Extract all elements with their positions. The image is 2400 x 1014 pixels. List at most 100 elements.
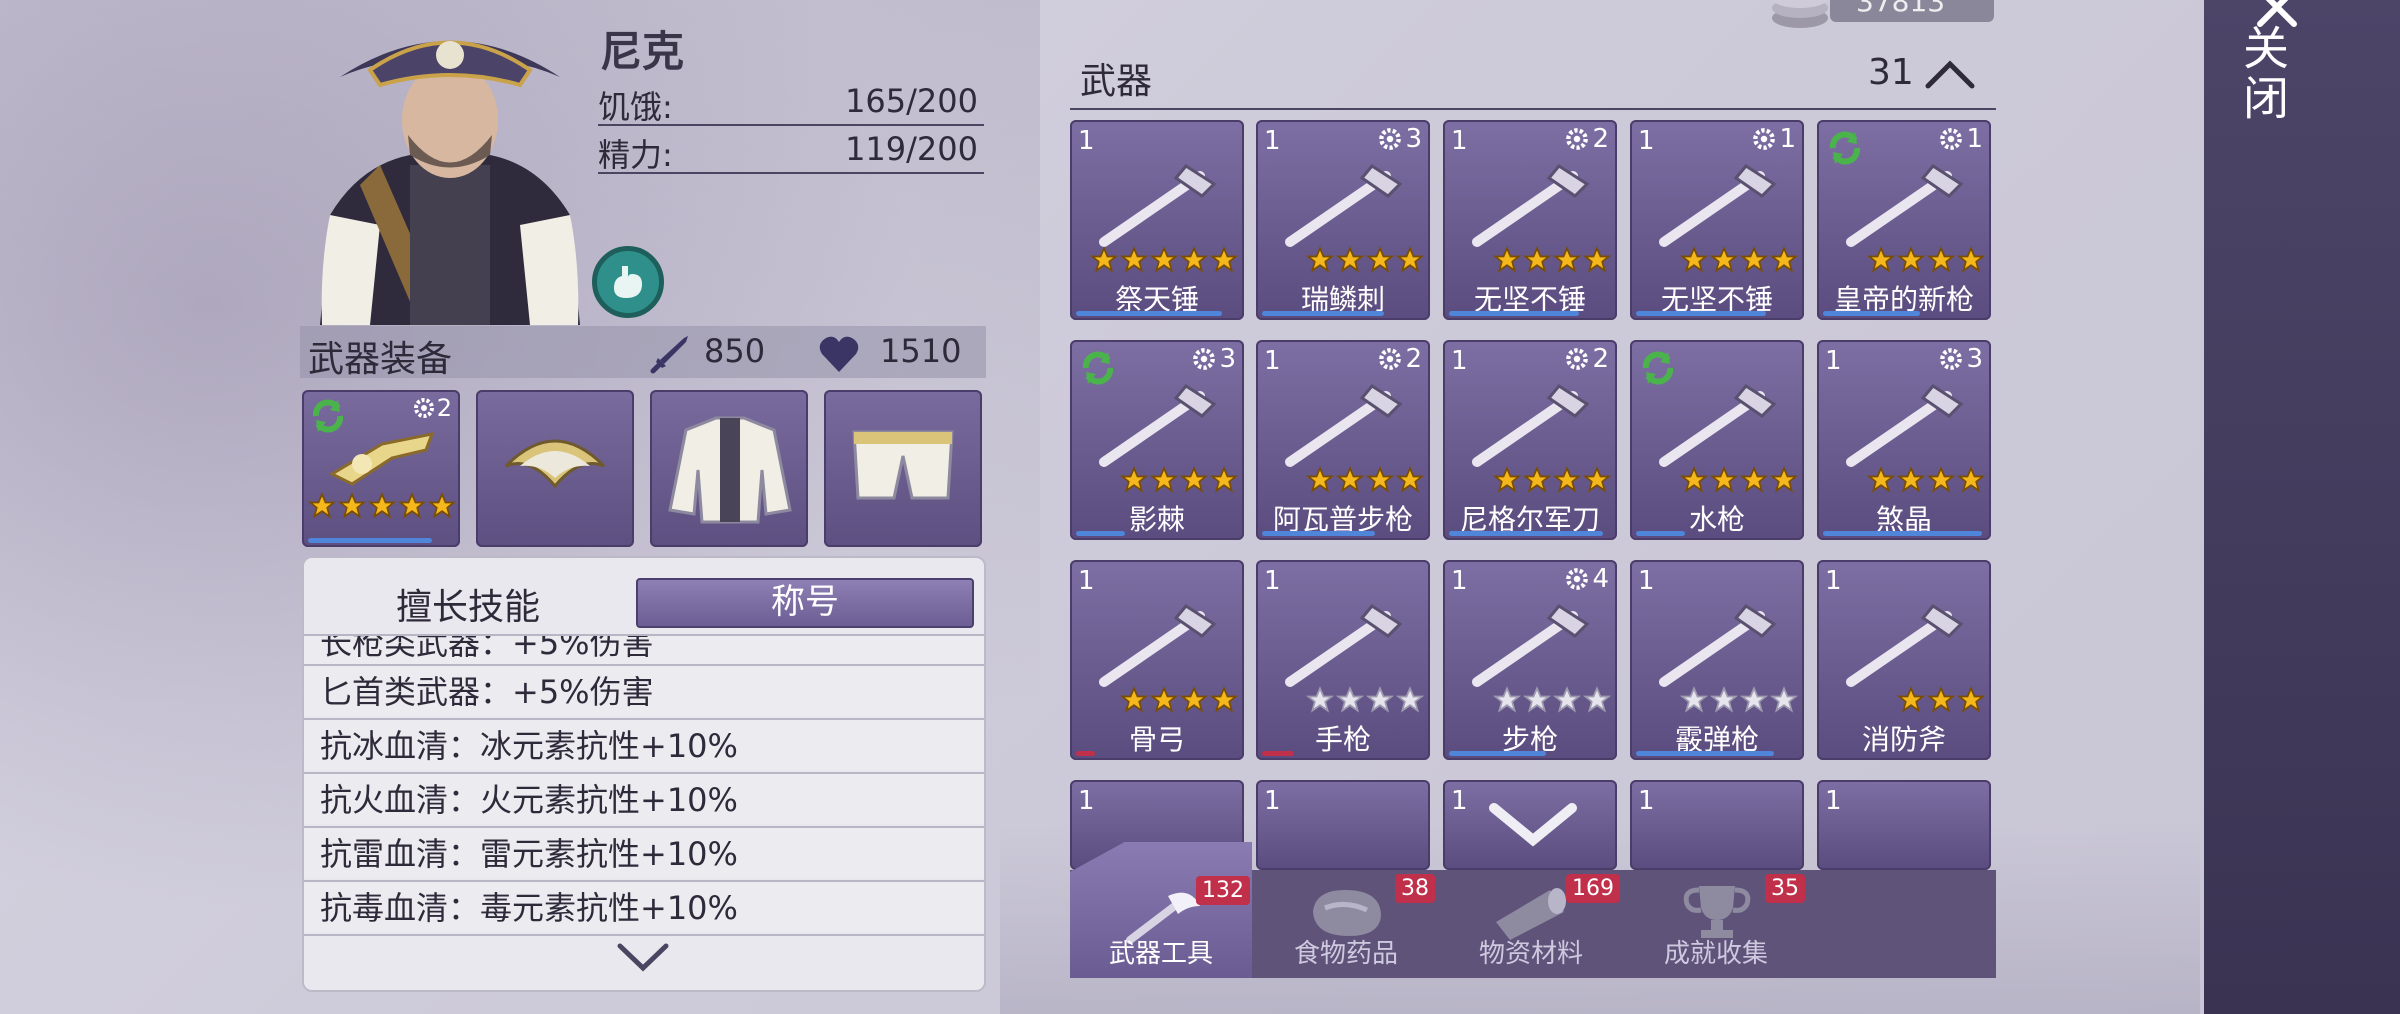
weapon-gear-level: 1 [1938, 124, 1983, 154]
tab-achievements[interactable]: 35 成就收集 [1625, 870, 1807, 978]
weapon-stars [1306, 686, 1424, 714]
weapon-gear-level: 2 [1564, 124, 1609, 154]
star-icon [1120, 686, 1148, 713]
weapon-card[interactable]: 1 1 无坚不锤 [1630, 120, 1804, 320]
tab-materials-label: 物资材料 [1478, 939, 1583, 969]
weapon-stars [1090, 246, 1238, 274]
weapon-name: 消防斧 [1861, 723, 1946, 756]
star-icon [1867, 246, 1895, 273]
chevron-down-more-icon[interactable] [1488, 800, 1578, 850]
weapon-card[interactable]: 1 [1256, 780, 1430, 870]
weapon-level: 1 [1078, 786, 1095, 816]
weapon-level: 1 [1264, 126, 1281, 156]
equip-slot-weapon[interactable]: 2 [302, 390, 460, 547]
weapons-divider [1070, 108, 1996, 110]
weapon-card[interactable]: 水枪 [1630, 340, 1804, 540]
health-value: 1510 [880, 332, 962, 370]
chevron-down-icon[interactable] [616, 940, 670, 974]
weapon-card[interactable]: 1 皇帝的新枪 [1817, 120, 1991, 320]
weapon-stars [1867, 466, 1985, 494]
star-icon [1180, 686, 1208, 713]
star-icon [1493, 686, 1521, 713]
gear-icon [1940, 348, 1963, 370]
weapon-icon [1472, 384, 1590, 467]
tab-materials-badge: 169 [1566, 874, 1620, 903]
currency-display: 37813 [1830, 0, 1994, 22]
star-icon [1957, 466, 1985, 493]
weapon-card[interactable]: 1 消防斧 [1817, 560, 1991, 760]
weapon-stars [1493, 246, 1611, 274]
star-icon [1710, 246, 1738, 273]
weapon-card[interactable]: 1 4 步枪 [1443, 560, 1617, 760]
star-icon [1553, 686, 1581, 713]
star-icon [1927, 246, 1955, 273]
star-icon [1336, 686, 1364, 713]
tab-food-medicine-badge: 38 [1395, 874, 1435, 903]
close-button[interactable]: 关闭 [2236, 24, 2296, 124]
energy-value: 119/200 [845, 130, 978, 168]
chevron-up-icon[interactable] [1924, 58, 1976, 90]
weapon-card[interactable]: 1 3 煞晶 [1817, 340, 1991, 540]
skill-line-3: 抗火血清：火元素抗性+10% [304, 772, 984, 824]
weapon-card[interactable]: 1 手枪 [1256, 560, 1430, 760]
weapon-durability-bar [1262, 531, 1375, 536]
tab-achievements-label: 成就收集 [1663, 939, 1768, 969]
gear-icon [1379, 348, 1402, 370]
gear-icon [1566, 348, 1589, 370]
weapon-card[interactable]: 1 2 阿瓦普步枪 [1256, 340, 1430, 540]
weapon-stars [1867, 246, 1985, 274]
star-icon [1493, 466, 1521, 493]
star-icon [1957, 246, 1985, 273]
star-icon [1210, 466, 1238, 493]
weapon-card[interactable]: 1 2 无坚不锤 [1443, 120, 1617, 320]
weapon-icon [1099, 604, 1217, 687]
star-icon [1396, 246, 1424, 273]
weapon-slot-bar [308, 538, 432, 543]
weapon-card[interactable]: 1 [1630, 780, 1804, 870]
weapon-stars [1680, 246, 1798, 274]
weapon-gear-level: 3 [1377, 124, 1422, 154]
star-icon [1180, 246, 1208, 273]
weapon-gear-level: 3 [1191, 344, 1236, 374]
stomach-status-button[interactable] [592, 246, 664, 318]
weapon-durability-bar [1076, 531, 1125, 536]
tab-skills[interactable]: 擅长技能 [396, 578, 540, 630]
weapon-durability-bar [1636, 531, 1685, 536]
tab-materials[interactable]: 169 物资材料 [1440, 870, 1622, 978]
weapon-card[interactable]: 1 骨弓 [1070, 560, 1244, 760]
star-icon [1306, 686, 1334, 713]
weapon-gear-level: 2 [1564, 344, 1609, 374]
star-icon [1523, 686, 1551, 713]
weapon-card[interactable]: 1 [1817, 780, 1991, 870]
star-icon [1210, 246, 1238, 273]
star-icon [1680, 686, 1708, 713]
star-icon [1366, 466, 1394, 493]
weapon-level: 1 [1638, 126, 1655, 156]
tab-weapons-tools[interactable]: 132 武器工具 [1070, 842, 1252, 978]
attack-value: 850 [704, 332, 766, 370]
weapon-card[interactable]: 1 3 瑞鳞刺 [1256, 120, 1430, 320]
star-icon [1583, 246, 1611, 273]
weapon-card[interactable]: 1 霰弹枪 [1630, 560, 1804, 760]
star-icon [1180, 466, 1208, 493]
equip-slot-coat[interactable] [650, 390, 808, 547]
tab-titles[interactable]: 称号 [636, 578, 974, 628]
star-icon [1523, 246, 1551, 273]
weapon-stars [1680, 686, 1798, 714]
weapon-stars [1897, 686, 1985, 714]
tab-food-medicine[interactable]: 38 食物药品 [1255, 870, 1437, 978]
sword-icon [650, 336, 688, 374]
weapon-card[interactable]: 1 祭天锤 [1070, 120, 1244, 320]
star-icon [1897, 686, 1925, 713]
weapons-title: 武器 [1080, 61, 1153, 102]
equip-slot-pants[interactable] [824, 390, 982, 547]
equipment-header: 武器装备 850 1510 [300, 326, 986, 380]
weapon-card[interactable]: 3 影棘 [1070, 340, 1244, 540]
equip-slot-hat[interactable] [476, 390, 634, 547]
star-icon [1770, 686, 1798, 713]
weapon-card[interactable]: 1 2 尼格尔军刀 [1443, 340, 1617, 540]
weapon-icon [1659, 604, 1777, 687]
weapon-gear-level: 3 [1938, 344, 1983, 374]
star-icon [1583, 466, 1611, 493]
weapon-icon [1659, 384, 1777, 467]
